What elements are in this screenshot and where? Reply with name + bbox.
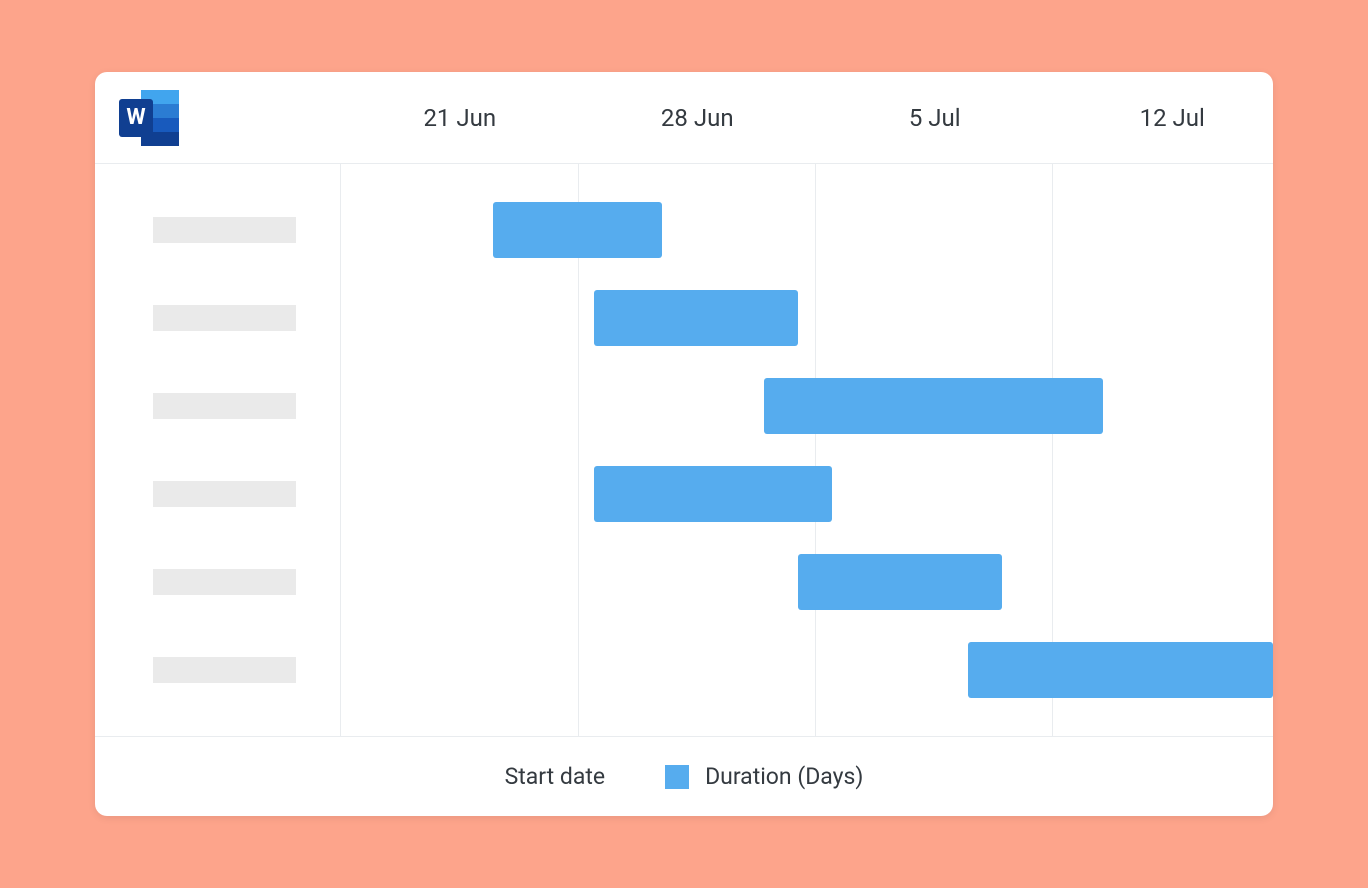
task-column xyxy=(95,164,357,736)
timeline-header: 21 Jun 28 Jun 5 Jul 12 Jul xyxy=(357,72,1273,163)
task-label-placeholder xyxy=(153,481,296,507)
task-label-placeholder xyxy=(153,393,296,419)
gantt-bar xyxy=(594,290,798,346)
bar-row xyxy=(357,554,1273,610)
gantt-header: W 21 Jun 28 Jun 5 Jul 12 Jul xyxy=(95,72,1273,164)
gantt-bar xyxy=(493,202,663,258)
legend-duration-label: Duration (Days) xyxy=(705,763,863,790)
timeline-tick: 5 Jul xyxy=(907,104,961,132)
logo-cell: W xyxy=(95,72,357,163)
gantt-legend: Start date Duration (Days) xyxy=(95,736,1273,816)
chart-area xyxy=(357,164,1273,736)
gantt-bar xyxy=(798,554,1002,610)
bar-row xyxy=(357,202,1273,258)
bar-row xyxy=(357,466,1273,522)
timeline-tick: 21 Jun xyxy=(421,104,496,132)
bar-row xyxy=(357,378,1273,434)
gridline xyxy=(340,164,341,736)
timeline-tick: 12 Jul xyxy=(1138,104,1205,132)
gantt-bar xyxy=(764,378,1103,434)
word-icon: W xyxy=(119,90,179,146)
task-label-placeholder xyxy=(153,217,296,243)
task-label-placeholder xyxy=(153,305,296,331)
task-label-placeholder xyxy=(153,569,296,595)
legend-start-date: Start date xyxy=(505,763,605,790)
legend-duration: Duration (Days) xyxy=(665,763,863,790)
bar-row xyxy=(357,290,1273,346)
gantt-bar xyxy=(594,466,831,522)
legend-start-label: Start date xyxy=(505,763,605,790)
gantt-bar xyxy=(968,642,1273,698)
bar-row xyxy=(357,642,1273,698)
gantt-body xyxy=(95,164,1273,736)
legend-swatch-icon xyxy=(665,765,689,789)
gantt-card: W 21 Jun 28 Jun 5 Jul 12 Jul Start date Dur… xyxy=(95,72,1273,816)
timeline-tick: 28 Jun xyxy=(659,104,734,132)
task-label-placeholder xyxy=(153,657,296,683)
